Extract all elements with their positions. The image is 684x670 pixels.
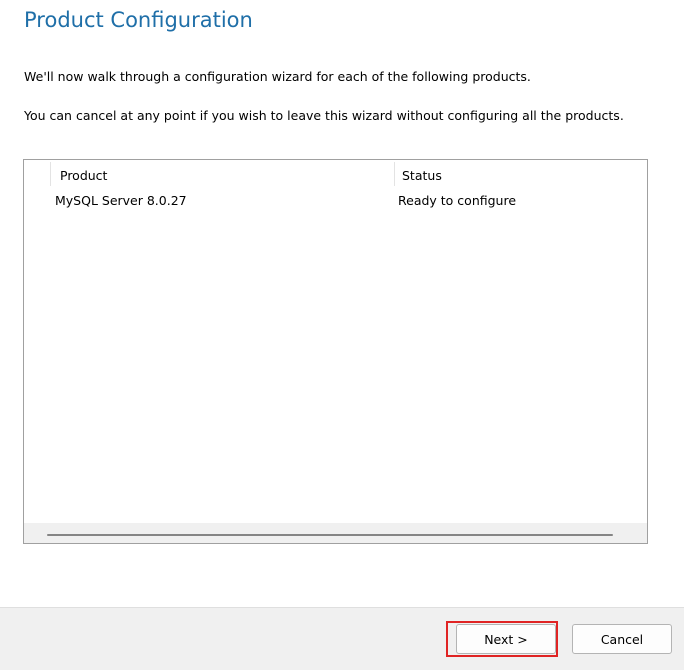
cancel-button[interactable]: Cancel: [572, 624, 672, 654]
next-button[interactable]: Next >: [456, 624, 556, 654]
list-header: Product Status: [24, 160, 647, 187]
product-status-cell: Ready to configure: [398, 193, 517, 208]
column-separator[interactable]: [394, 162, 395, 186]
intro-text: We'll now walk through a configuration w…: [24, 69, 531, 84]
product-name-cell: MySQL Server 8.0.27: [55, 193, 187, 208]
scrollbar-thumb[interactable]: [47, 534, 613, 536]
column-header-status[interactable]: Status: [402, 168, 442, 183]
cancel-note-text: You can cancel at any point if you wish …: [24, 108, 624, 123]
product-list[interactable]: Product Status MySQL Server 8.0.27 Ready…: [23, 159, 648, 544]
column-separator[interactable]: [50, 162, 51, 186]
footer-bar: Next > Cancel: [0, 607, 684, 670]
table-row[interactable]: MySQL Server 8.0.27 Ready to configure: [24, 191, 647, 209]
horizontal-scrollbar[interactable]: [24, 523, 647, 543]
column-header-product[interactable]: Product: [60, 168, 107, 183]
page-title: Product Configuration: [24, 8, 253, 32]
